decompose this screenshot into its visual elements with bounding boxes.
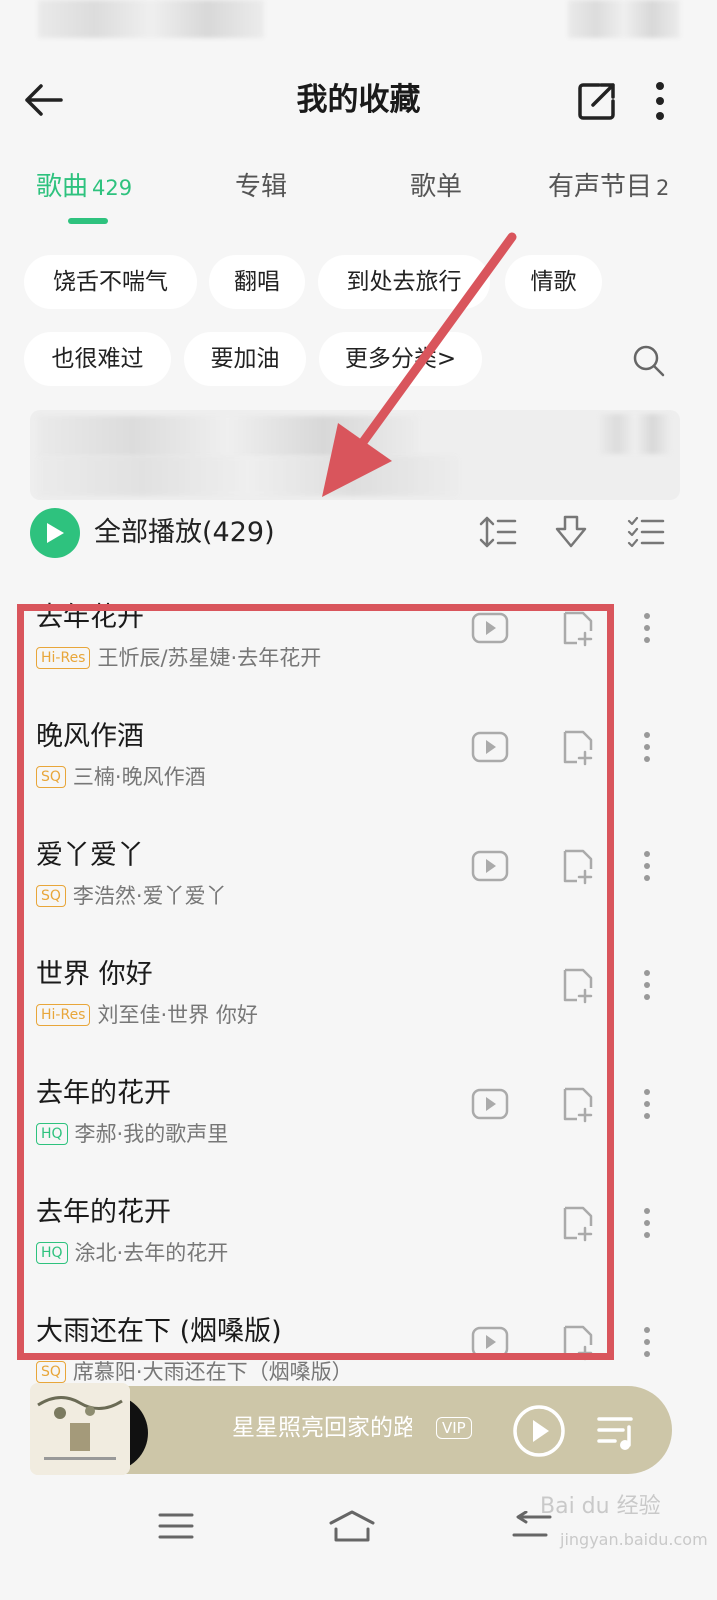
- more-vertical-icon: [644, 613, 650, 643]
- playlist-icon: [597, 1417, 633, 1450]
- nav-menu-button[interactable]: [146, 1500, 206, 1552]
- tab-count: 2: [656, 176, 670, 200]
- song-more-button[interactable]: [625, 1320, 669, 1364]
- more-vertical-icon: [644, 732, 650, 762]
- annotation-arrow: [322, 232, 517, 497]
- song-more-button[interactable]: [625, 606, 669, 650]
- tab-playlists[interactable]: 歌单: [410, 162, 462, 212]
- album-cover[interactable]: [30, 1383, 130, 1475]
- batch-select-button[interactable]: [624, 510, 668, 554]
- tab-songs[interactable]: 歌曲 429: [36, 162, 132, 212]
- quality-badge: SQ: [36, 1361, 66, 1383]
- song-more-button[interactable]: [625, 963, 669, 1007]
- more-vertical-icon: [644, 1089, 650, 1119]
- share-button[interactable]: [576, 80, 618, 122]
- tab-label: 专辑: [235, 172, 288, 202]
- playlist-queue-button[interactable]: [594, 1410, 640, 1456]
- more-vertical-icon: [644, 851, 650, 881]
- search-icon: [633, 345, 665, 377]
- filter-chip[interactable]: 饶舌不喘气: [24, 255, 197, 309]
- tab-albums[interactable]: 专辑: [235, 162, 287, 212]
- status-bar: [0, 0, 717, 44]
- checklist-icon: [627, 516, 665, 548]
- filter-chip[interactable]: 翻唱: [209, 255, 305, 309]
- more-vertical-icon: [644, 1327, 650, 1357]
- home-icon: [329, 1510, 375, 1542]
- more-options-button[interactable]: [645, 78, 675, 124]
- now-playing-title: 星星照亮回家的路: [232, 1415, 412, 1441]
- highlight-frame: [17, 604, 614, 1360]
- vip-badge: VIP: [436, 1417, 472, 1439]
- album-art-icon: [30, 1383, 130, 1475]
- download-button[interactable]: [549, 510, 593, 554]
- sort-button[interactable]: [476, 510, 520, 554]
- menu-icon: [158, 1513, 194, 1539]
- more-vertical-icon: [656, 82, 664, 120]
- play-all-label[interactable]: 全部播放(429): [94, 510, 275, 556]
- tab-audio-programs[interactable]: 有声节目 2: [548, 162, 669, 212]
- play-circle-icon: [513, 1405, 565, 1457]
- share-icon: [578, 83, 615, 120]
- more-vertical-icon: [644, 1208, 650, 1238]
- tab-count: 429: [92, 176, 133, 200]
- filter-chip[interactable]: 也很难过: [24, 332, 171, 386]
- song-more-button[interactable]: [625, 1201, 669, 1245]
- more-vertical-icon: [644, 970, 650, 1000]
- song-more-button[interactable]: [625, 725, 669, 769]
- play-icon: [47, 523, 64, 543]
- tab-label: 歌单: [410, 172, 463, 202]
- sort-icon: [479, 516, 517, 548]
- play-all-button[interactable]: [30, 508, 80, 558]
- search-button[interactable]: [628, 340, 670, 382]
- song-more-button[interactable]: [625, 1082, 669, 1126]
- tab-label: 歌曲: [36, 172, 89, 202]
- active-tab-indicator: [68, 218, 108, 224]
- download-icon: [555, 515, 587, 548]
- watermark-url: jingyan.baidu.com: [560, 1530, 708, 1549]
- watermark: Bai du 经验: [540, 1494, 661, 1519]
- song-more-button[interactable]: [625, 844, 669, 888]
- nav-home-button[interactable]: [322, 1500, 382, 1552]
- player-play-button[interactable]: [512, 1404, 566, 1458]
- filter-chip[interactable]: 要加油: [184, 332, 306, 386]
- tab-label: 有声节目: [548, 172, 653, 202]
